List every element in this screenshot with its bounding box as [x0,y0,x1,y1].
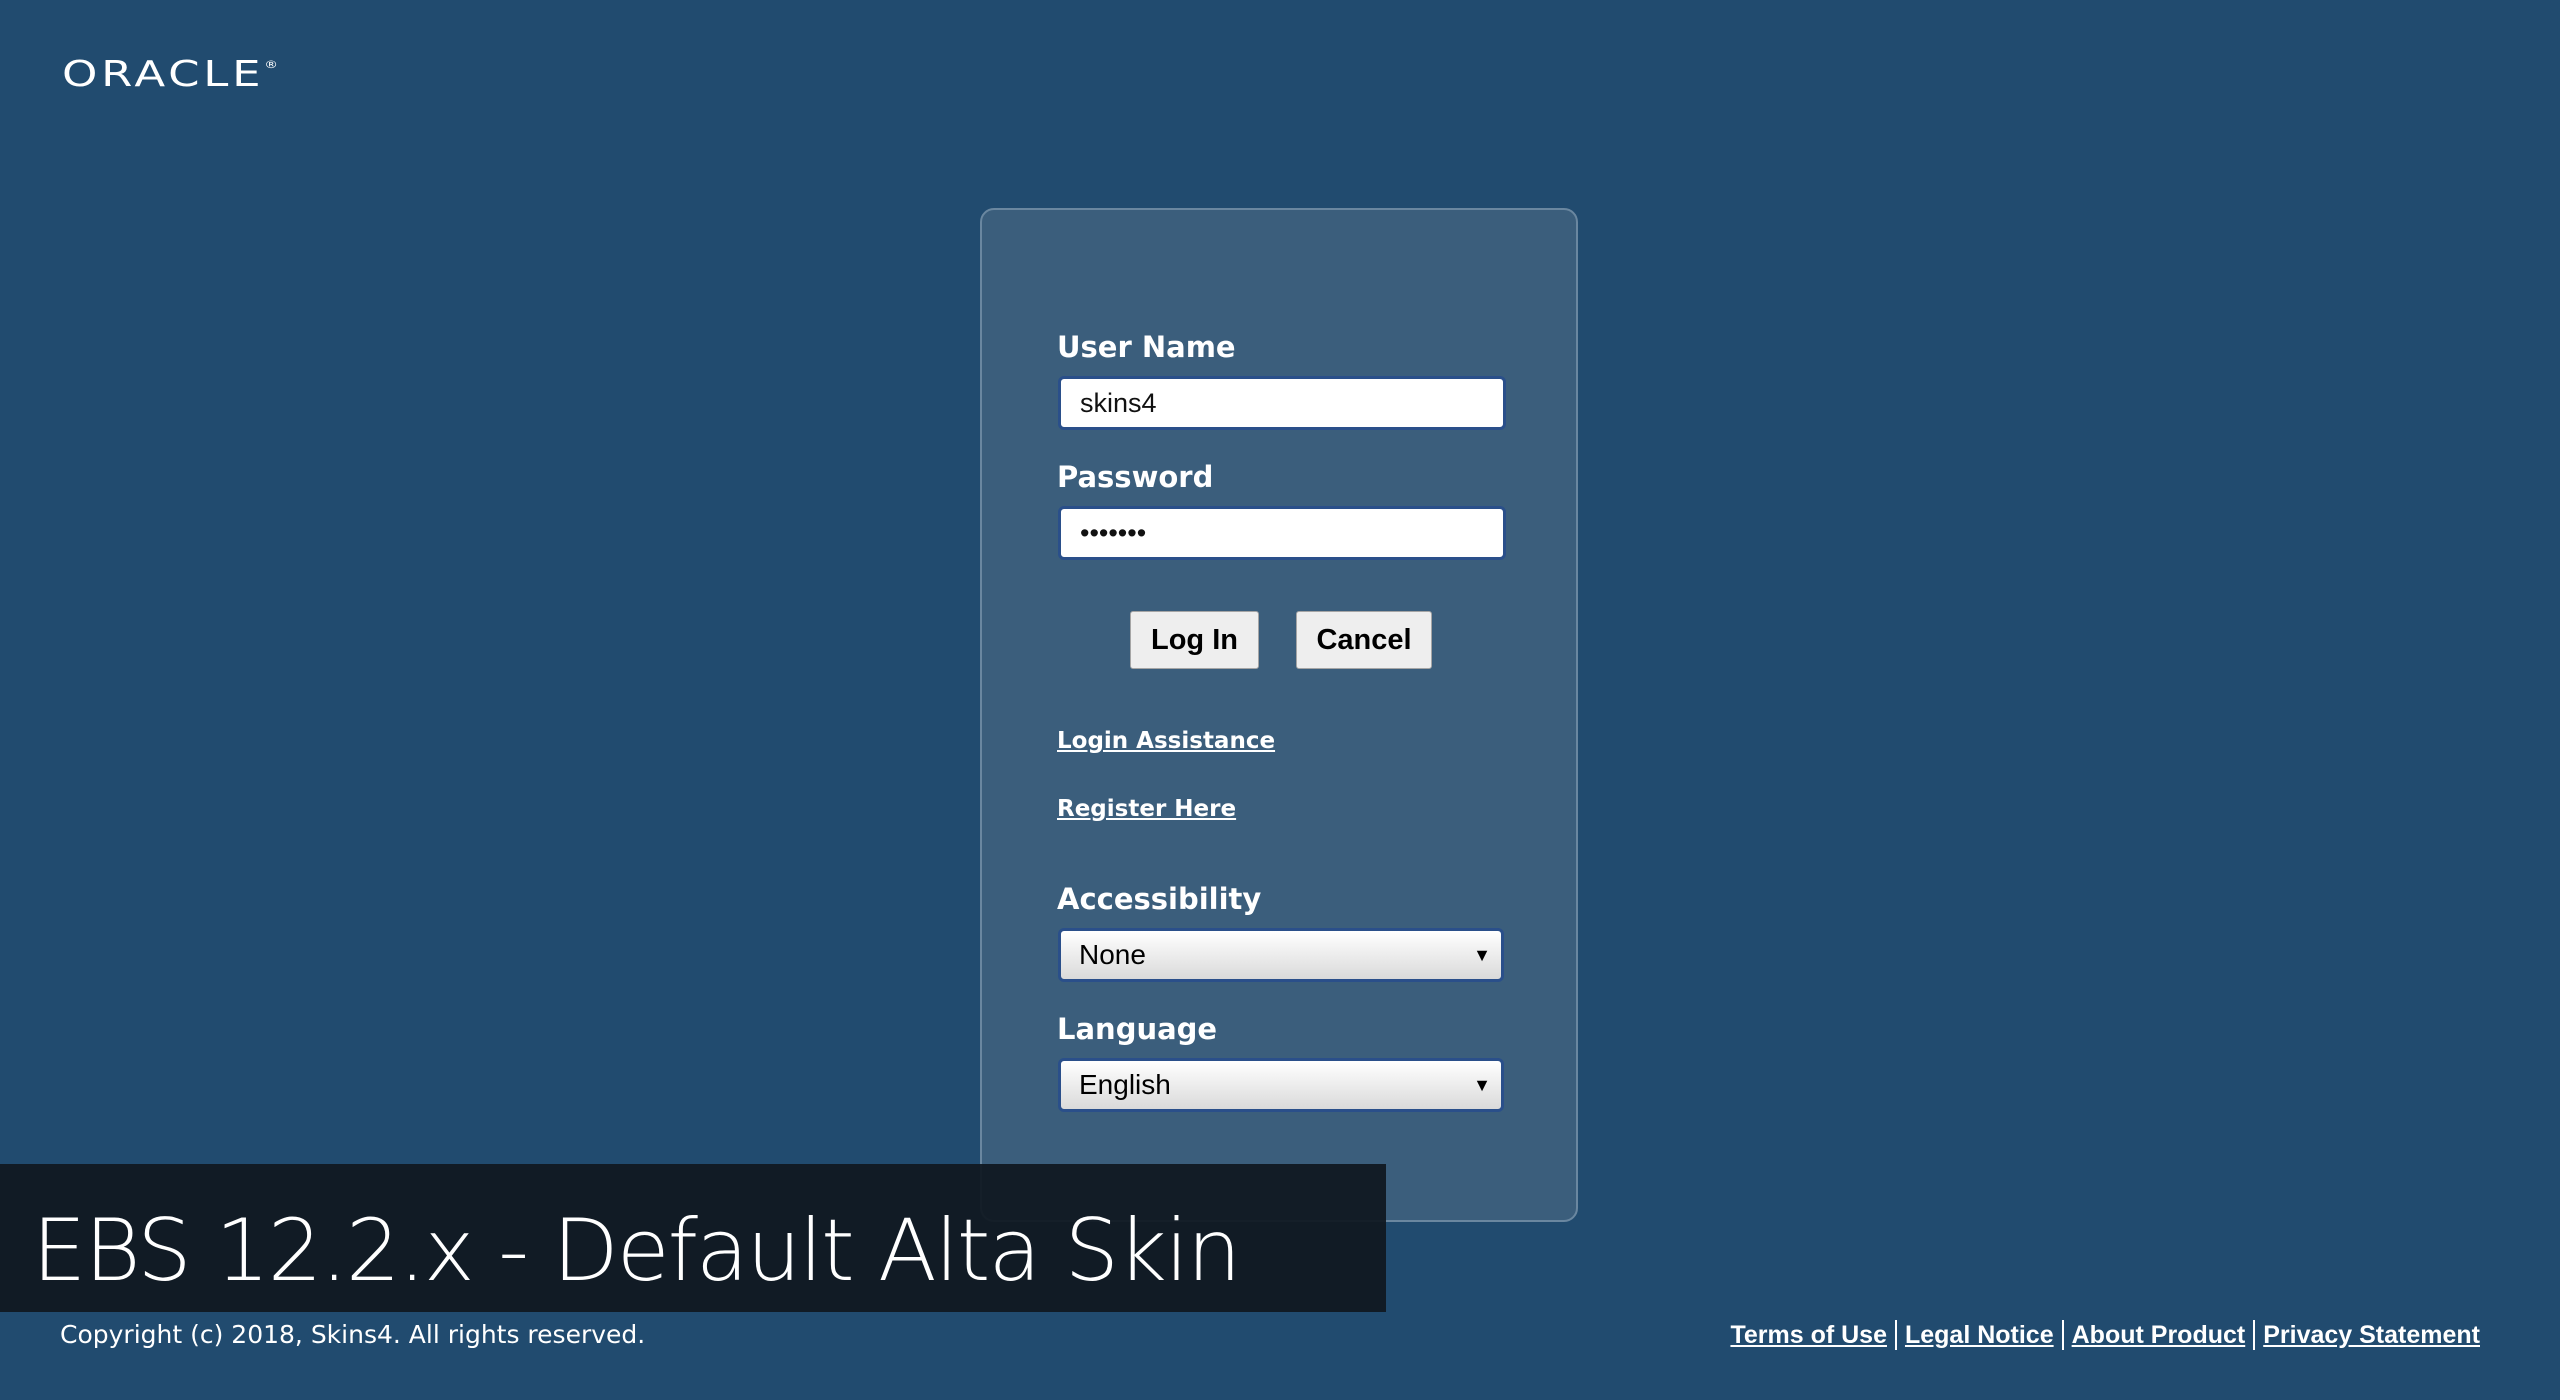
dropdown-arrow-icon: ▼ [1473,945,1491,965]
link-separator [2253,1320,2256,1350]
language-select[interactable]: English ▼ [1058,1058,1504,1112]
accessibility-selected-value: None [1079,939,1146,970]
language-selected-value: English [1079,1069,1171,1100]
username-input[interactable] [1058,376,1506,430]
terms-of-use-link[interactable]: Terms of Use [1730,1321,1887,1350]
accessibility-label: Accessibility [1057,882,1262,916]
register-link[interactable]: Register Here [1057,796,1236,822]
password-input[interactable] [1058,506,1506,560]
link-separator [2061,1320,2064,1350]
skin-banner-text: EBS 12.2.x - Default Alta Skin [32,1201,1241,1301]
privacy-statement-link[interactable]: Privacy Statement [2263,1321,2480,1350]
about-product-link[interactable]: About Product [2072,1321,2246,1350]
footer-links: Terms of Use Legal Notice About Product … [1730,1320,2480,1350]
link-separator [1894,1320,1897,1350]
copyright-text: Copyright (c) 2018, Skins4. All rights r… [60,1320,646,1349]
password-label: Password [1057,460,1214,494]
oracle-logo: ORACLE® [62,54,278,95]
language-label: Language [1057,1012,1218,1046]
accessibility-select[interactable]: None ▼ [1058,928,1504,982]
username-label: User Name [1057,330,1236,364]
legal-notice-link[interactable]: Legal Notice [1905,1321,2054,1350]
login-panel: User Name Password Log In Cancel Login A… [980,208,1578,1222]
login-button[interactable]: Log In [1130,611,1259,669]
login-assistance-link[interactable]: Login Assistance [1057,728,1275,754]
logo-text: ORACLE [62,54,265,95]
cancel-button[interactable]: Cancel [1296,611,1432,669]
registered-mark: ® [264,58,279,71]
dropdown-arrow-icon: ▼ [1473,1075,1491,1095]
